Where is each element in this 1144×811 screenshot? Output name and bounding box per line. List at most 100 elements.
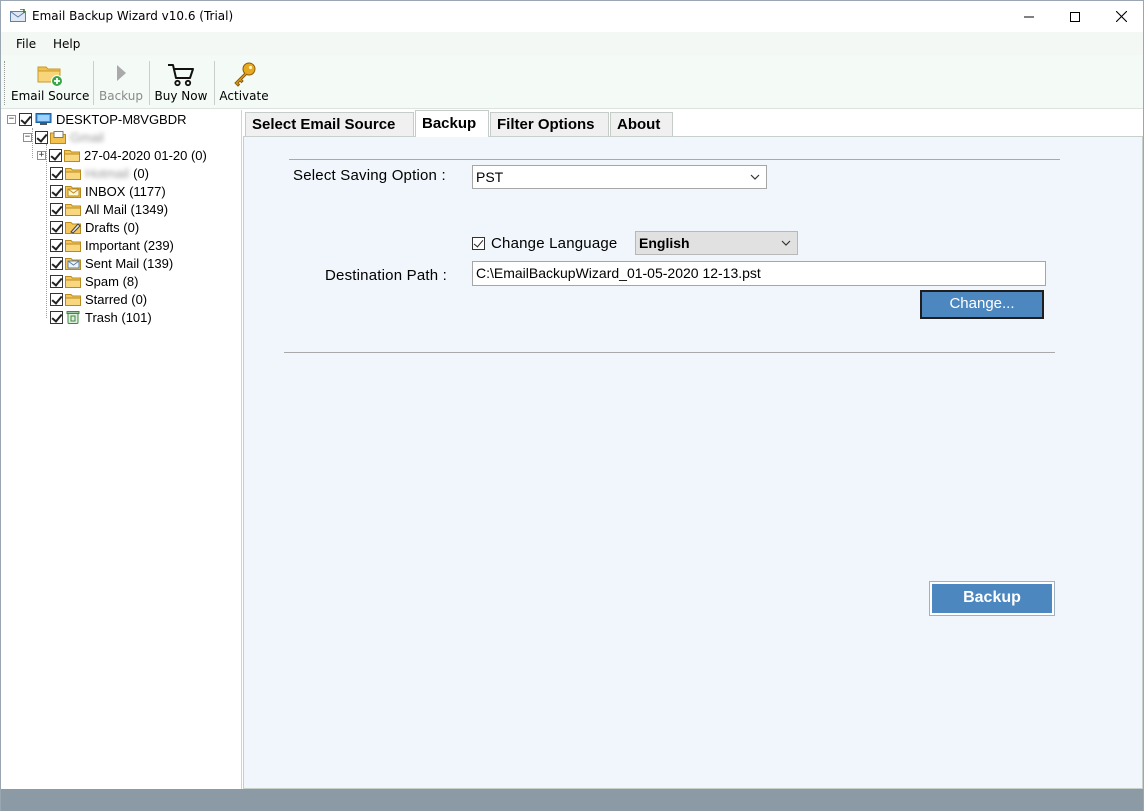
folder-icon (64, 149, 80, 162)
backup-toolbar-button[interactable]: Backup (97, 57, 145, 107)
backup-button[interactable]: Backup (929, 581, 1055, 616)
tree-item[interactable]: Hotmail (0) (50, 164, 149, 182)
tree-item[interactable]: Important (239) (50, 236, 174, 254)
email-source-button[interactable]: Email Source (11, 57, 89, 107)
tree-item-label: Trash (101) (85, 309, 152, 325)
app-envelope-icon (10, 9, 26, 22)
close-button[interactable] (1098, 1, 1144, 32)
tree-account-label: Gmail (70, 129, 104, 145)
tree-item-label: 27-04-2020 01-20 (0) (84, 147, 207, 163)
tree-root-label: DESKTOP-M8VGBDR (56, 111, 187, 127)
tree-checkbox[interactable] (49, 148, 62, 162)
tree-item[interactable]: INBOX (1177) (50, 182, 166, 200)
tree-checkbox[interactable] (19, 112, 32, 126)
activate-button[interactable]: Activate (218, 57, 270, 107)
change-language-checkbox[interactable] (472, 237, 485, 250)
tree-checkbox[interactable] (50, 256, 63, 270)
maximize-icon (1070, 11, 1080, 22)
menu-bar: File Help (1, 32, 1143, 55)
destination-path-label: Destination Path : (325, 267, 448, 284)
tree-item[interactable]: Spam (8) (50, 272, 138, 290)
chevron-down-icon (781, 240, 791, 246)
expand-toggle[interactable]: + (37, 150, 46, 160)
backup-panel: Select Saving Option : PST Change Langua… (243, 136, 1143, 789)
tree-checkbox[interactable] (50, 310, 63, 324)
play-arrow-icon (117, 65, 126, 81)
title-bar: Email Backup Wizard v10.6 (Trial) (1, 1, 1143, 32)
menu-help[interactable]: Help (53, 37, 80, 51)
folder-add-icon (37, 66, 63, 87)
tree-item[interactable]: Trash (101) (50, 308, 152, 326)
destination-path-field[interactable]: C:\EmailBackupWizard_01-05-2020 12-13.ps… (472, 261, 1046, 286)
tab-filter-options[interactable]: Filter Options (490, 112, 609, 136)
tree-item[interactable]: Drafts (0) (50, 218, 139, 236)
change-path-button[interactable]: Change... (920, 290, 1044, 319)
divider (284, 352, 1055, 353)
tree-item-count: (0) (133, 165, 149, 181)
change-language-label: Change Language (491, 235, 618, 252)
saving-option-select[interactable]: PST (472, 165, 767, 189)
tree-checkbox[interactable] (50, 292, 63, 306)
maximize-button[interactable] (1052, 1, 1098, 32)
tree-item[interactable]: Starred (0) (50, 290, 147, 308)
folder-icon (65, 167, 81, 180)
tree-root[interactable]: − DESKTOP-M8VGBDR (7, 110, 187, 128)
buy-now-label: Buy Now (154, 89, 208, 103)
tree-item-label: Hotmail (85, 165, 130, 181)
tree-item-label: Important (239) (85, 237, 174, 253)
folder-tree: − DESKTOP-M8VGBDR − Gmail + 27-04-2020 0… (1, 110, 242, 789)
tree-checkbox[interactable] (50, 184, 63, 198)
toolbar-separator (93, 61, 94, 105)
sent-icon (65, 257, 81, 270)
email-source-label: Email Source (11, 89, 90, 103)
tree-checkbox[interactable] (50, 166, 63, 180)
status-bar (1, 789, 1143, 811)
tree-item-label: Starred (0) (85, 291, 148, 307)
menu-file[interactable]: File (16, 37, 36, 51)
tab-about[interactable]: About (610, 112, 673, 136)
tree-item[interactable]: + 27-04-2020 01-20 (0) (37, 146, 207, 164)
toolbar-separator (149, 61, 150, 105)
tree-account[interactable]: − Gmail (23, 128, 104, 146)
computer-icon (35, 112, 52, 125)
folder-icon (65, 203, 81, 216)
folder-icon (65, 275, 81, 288)
app-window: Email Backup Wizard v10.6 (Trial) File H… (0, 0, 1144, 811)
tree-checkbox[interactable] (50, 238, 63, 252)
tab-backup[interactable]: Backup (415, 110, 489, 137)
drafts-icon (65, 221, 81, 234)
activate-label: Activate (219, 89, 269, 103)
toolbar: Email Source Backup Buy Now Activate (1, 55, 1143, 109)
tree-item[interactable]: All Mail (1349) (50, 200, 168, 218)
saving-option-label: Select Saving Option : (293, 167, 446, 184)
tree-item-label: Spam (8) (85, 273, 139, 289)
tab-select-email-source[interactable]: Select Email Source (245, 112, 414, 136)
minimize-button[interactable] (1006, 1, 1052, 32)
toolbar-separator (214, 61, 215, 105)
collapse-toggle[interactable]: − (7, 114, 16, 124)
cart-icon (168, 64, 194, 87)
minimize-icon (1024, 16, 1034, 17)
collapse-toggle[interactable]: − (23, 132, 32, 142)
folder-icon (65, 293, 81, 306)
tree-checkbox[interactable] (50, 220, 63, 234)
language-select[interactable]: English (635, 231, 798, 255)
tree-checkbox[interactable] (35, 130, 48, 144)
folder-icon (65, 239, 81, 252)
window-title: Email Backup Wizard v10.6 (Trial) (32, 9, 234, 23)
language-value: English (639, 235, 690, 251)
chevron-down-icon (750, 174, 760, 180)
tree-checkbox[interactable] (50, 274, 63, 288)
tree-item-label: Sent Mail (139) (85, 255, 174, 271)
toolbar-grip (4, 61, 6, 105)
divider (289, 159, 1060, 160)
close-icon (1115, 11, 1127, 22)
tree-connector (46, 144, 47, 318)
tree-item-label: Drafts (0) (85, 219, 140, 235)
inbox-icon (65, 185, 81, 198)
tree-checkbox[interactable] (50, 202, 63, 216)
tree-item[interactable]: Sent Mail (139) (50, 254, 173, 272)
buy-now-button[interactable]: Buy Now (153, 57, 209, 107)
saving-option-value: PST (476, 169, 504, 185)
key-icon (234, 62, 256, 87)
